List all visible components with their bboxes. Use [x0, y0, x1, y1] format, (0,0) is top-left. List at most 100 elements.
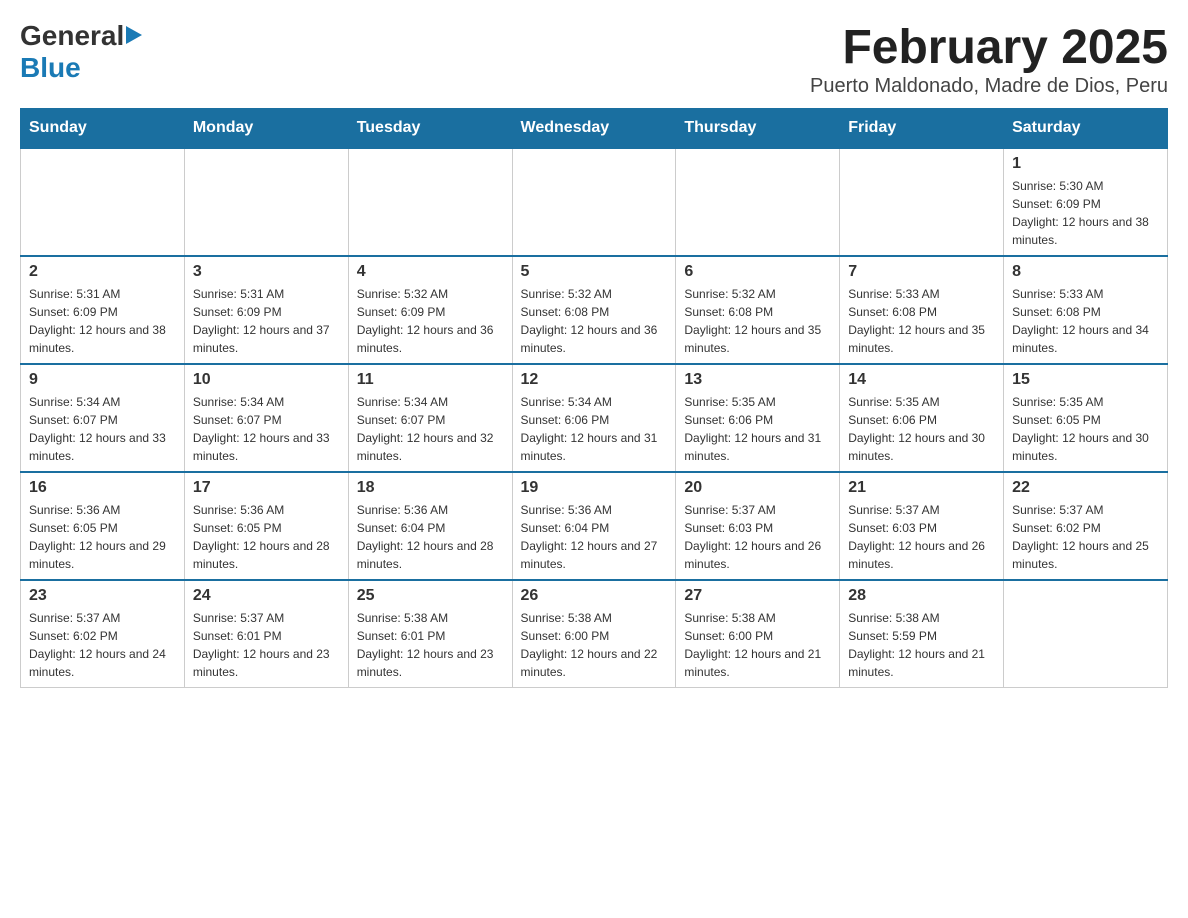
calendar-cell [840, 148, 1004, 256]
day-number: 16 [29, 479, 176, 497]
day-info: Sunrise: 5:38 AM Sunset: 6:00 PM Dayligh… [684, 609, 831, 681]
calendar-cell: 3Sunrise: 5:31 AM Sunset: 6:09 PM Daylig… [184, 256, 348, 364]
calendar-cell: 8 Sunrise: 5:33 AM Sunset: 6:08 PM Daylig… [1004, 256, 1168, 364]
calendar-cell: 4 Sunrise: 5:32 AM Sunset: 6:09 PM Daylig… [348, 256, 512, 364]
page-header: General Blue February 2025 Puerto Maldon… [20, 20, 1168, 98]
col-wednesday: Wednesday [512, 109, 676, 149]
calendar-header-row: Sunday Monday Tuesday Wednesday Thursday… [21, 109, 1168, 149]
day-number: 4 [357, 263, 504, 281]
title-block: February 2025 Puerto Maldonado, Madre de… [810, 20, 1168, 98]
day-number: 15 [1012, 371, 1159, 389]
page-title: February 2025 [810, 20, 1168, 75]
day-info: Sunrise: 5:34 AM Sunset: 6:07 PM Dayligh… [193, 393, 340, 465]
day-info: Sunrise: 5:32 AM Sunset: 6:09 PM Dayligh… [357, 285, 504, 357]
day-number: 13 [684, 371, 831, 389]
col-tuesday: Tuesday [348, 109, 512, 149]
day-number: 14 [848, 371, 995, 389]
day-info: Sunrise: 5:35 AM Sunset: 6:06 PM Dayligh… [848, 393, 995, 465]
day-number: 7 [848, 263, 995, 281]
calendar-cell: 21 Sunrise: 5:37 AM Sunset: 6:03 PM Dayli… [840, 472, 1004, 580]
calendar-cell: 16 Sunrise: 5:36 AM Sunset: 6:05 PM Dayli… [21, 472, 185, 580]
calendar-cell: 28 Sunrise: 5:38 AM Sunset: 5:59 PM Dayli… [840, 580, 1004, 688]
day-info: Sunrise: 5:35 AM Sunset: 6:05 PM Dayligh… [1012, 393, 1159, 465]
day-number: 19 [521, 479, 668, 497]
day-info: Sunrise: 5:31 AM Sunset: 6:09 PM Dayligh… [29, 285, 176, 357]
logo: General Blue [20, 20, 142, 84]
calendar-cell: 17Sunrise: 5:36 AM Sunset: 6:05 PM Dayli… [184, 472, 348, 580]
calendar-cell: 13Sunrise: 5:35 AM Sunset: 6:06 PM Dayli… [676, 364, 840, 472]
logo-arrow-icon [126, 26, 142, 49]
day-number: 12 [521, 371, 668, 389]
day-info: Sunrise: 5:32 AM Sunset: 6:08 PM Dayligh… [521, 285, 668, 357]
day-info: Sunrise: 5:32 AM Sunset: 6:08 PM Dayligh… [684, 285, 831, 357]
calendar-cell: 5 Sunrise: 5:32 AM Sunset: 6:08 PM Daylig… [512, 256, 676, 364]
day-info: Sunrise: 5:34 AM Sunset: 6:06 PM Dayligh… [521, 393, 668, 465]
day-number: 5 [521, 263, 668, 281]
day-number: 10 [193, 371, 340, 389]
day-number: 8 [1012, 263, 1159, 281]
day-number: 11 [357, 371, 504, 389]
day-info: Sunrise: 5:36 AM Sunset: 6:05 PM Dayligh… [29, 501, 176, 573]
day-info: Sunrise: 5:38 AM Sunset: 6:01 PM Dayligh… [357, 609, 504, 681]
day-info: Sunrise: 5:36 AM Sunset: 6:04 PM Dayligh… [357, 501, 504, 573]
calendar-cell: 19 Sunrise: 5:36 AM Sunset: 6:04 PM Dayli… [512, 472, 676, 580]
day-number: 25 [357, 587, 504, 605]
calendar-cell [1004, 580, 1168, 688]
day-number: 9 [29, 371, 176, 389]
day-info: Sunrise: 5:37 AM Sunset: 6:03 PM Dayligh… [848, 501, 995, 573]
calendar-cell: 14 Sunrise: 5:35 AM Sunset: 6:06 PM Dayli… [840, 364, 1004, 472]
day-number: 1 [1012, 155, 1159, 173]
calendar-cell [184, 148, 348, 256]
calendar-cell: 1 Sunrise: 5:30 AM Sunset: 6:09 PM Daylig… [1004, 148, 1168, 256]
day-number: 28 [848, 587, 995, 605]
calendar-cell: 25 Sunrise: 5:38 AM Sunset: 6:01 PM Dayli… [348, 580, 512, 688]
day-info: Sunrise: 5:36 AM Sunset: 6:04 PM Dayligh… [521, 501, 668, 573]
calendar-cell: 2 Sunrise: 5:31 AM Sunset: 6:09 PM Daylig… [21, 256, 185, 364]
calendar-week-row: 9 Sunrise: 5:34 AM Sunset: 6:07 PM Daylig… [21, 364, 1168, 472]
calendar-cell: 24 Sunrise: 5:37 AM Sunset: 6:01 PM Dayli… [184, 580, 348, 688]
calendar-week-row: 2 Sunrise: 5:31 AM Sunset: 6:09 PM Daylig… [21, 256, 1168, 364]
day-number: 24 [193, 587, 340, 605]
day-info: Sunrise: 5:34 AM Sunset: 6:07 PM Dayligh… [357, 393, 504, 465]
calendar-week-row: 1 Sunrise: 5:30 AM Sunset: 6:09 PM Daylig… [21, 148, 1168, 256]
logo-general-text: General [20, 20, 124, 52]
day-info: Sunrise: 5:37 AM Sunset: 6:01 PM Dayligh… [193, 609, 340, 681]
calendar-cell: 9 Sunrise: 5:34 AM Sunset: 6:07 PM Daylig… [21, 364, 185, 472]
day-number: 20 [684, 479, 831, 497]
day-info: Sunrise: 5:38 AM Sunset: 6:00 PM Dayligh… [521, 609, 668, 681]
day-info: Sunrise: 5:30 AM Sunset: 6:09 PM Dayligh… [1012, 177, 1159, 249]
day-info: Sunrise: 5:36 AM Sunset: 6:05 PM Dayligh… [193, 501, 340, 573]
calendar-cell: 22 Sunrise: 5:37 AM Sunset: 6:02 PM Dayli… [1004, 472, 1168, 580]
day-number: 23 [29, 587, 176, 605]
calendar-cell [21, 148, 185, 256]
day-number: 21 [848, 479, 995, 497]
calendar-cell: 20 Sunrise: 5:37 AM Sunset: 6:03 PM Dayli… [676, 472, 840, 580]
day-info: Sunrise: 5:34 AM Sunset: 6:07 PM Dayligh… [29, 393, 176, 465]
col-saturday: Saturday [1004, 109, 1168, 149]
calendar-cell [512, 148, 676, 256]
calendar-cell: 15 Sunrise: 5:35 AM Sunset: 6:05 PM Dayli… [1004, 364, 1168, 472]
page-subtitle: Puerto Maldonado, Madre de Dios, Peru [810, 75, 1168, 98]
calendar-cell [676, 148, 840, 256]
calendar-cell: 10 Sunrise: 5:34 AM Sunset: 6:07 PM Dayli… [184, 364, 348, 472]
col-sunday: Sunday [21, 109, 185, 149]
calendar-cell: 26Sunrise: 5:38 AM Sunset: 6:00 PM Dayli… [512, 580, 676, 688]
day-info: Sunrise: 5:33 AM Sunset: 6:08 PM Dayligh… [1012, 285, 1159, 357]
col-monday: Monday [184, 109, 348, 149]
logo-blue-text: Blue [20, 52, 81, 83]
day-number: 2 [29, 263, 176, 281]
calendar-cell: 11 Sunrise: 5:34 AM Sunset: 6:07 PM Dayli… [348, 364, 512, 472]
calendar-cell: 23Sunrise: 5:37 AM Sunset: 6:02 PM Dayli… [21, 580, 185, 688]
col-thursday: Thursday [676, 109, 840, 149]
day-info: Sunrise: 5:38 AM Sunset: 5:59 PM Dayligh… [848, 609, 995, 681]
day-info: Sunrise: 5:37 AM Sunset: 6:03 PM Dayligh… [684, 501, 831, 573]
calendar-cell: 18 Sunrise: 5:36 AM Sunset: 6:04 PM Dayli… [348, 472, 512, 580]
calendar-cell: 27Sunrise: 5:38 AM Sunset: 6:00 PM Dayli… [676, 580, 840, 688]
day-info: Sunrise: 5:31 AM Sunset: 6:09 PM Dayligh… [193, 285, 340, 357]
calendar-week-row: 16 Sunrise: 5:36 AM Sunset: 6:05 PM Dayli… [21, 472, 1168, 580]
day-number: 22 [1012, 479, 1159, 497]
day-number: 6 [684, 263, 831, 281]
calendar-cell: 6 Sunrise: 5:32 AM Sunset: 6:08 PM Daylig… [676, 256, 840, 364]
day-info: Sunrise: 5:37 AM Sunset: 6:02 PM Dayligh… [1012, 501, 1159, 573]
day-number: 18 [357, 479, 504, 497]
